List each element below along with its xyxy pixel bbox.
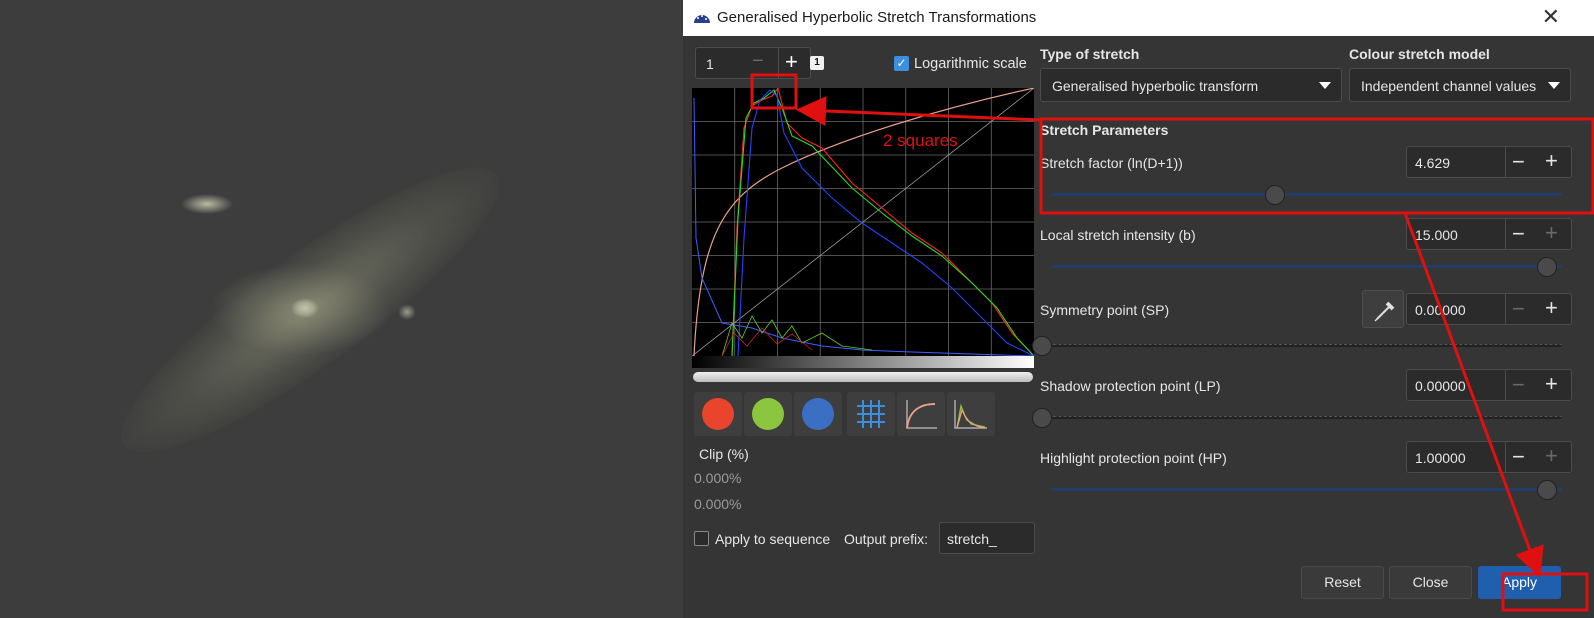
symmetry-point-handle[interactable] xyxy=(1032,336,1052,356)
minus-icon[interactable]: − xyxy=(752,50,764,73)
minus-icon[interactable]: − xyxy=(1512,444,1525,470)
green-dot-icon xyxy=(752,398,784,430)
local-stretch-value: 15.000 xyxy=(1415,227,1458,243)
reset-button[interactable]: Reset xyxy=(1301,566,1384,599)
stretch-type-dropdown[interactable]: Generalised hyperbolic transform xyxy=(1040,68,1342,102)
plus-icon[interactable]: + xyxy=(1545,148,1558,174)
log-scale-label: Logarithmic scale xyxy=(914,56,1027,72)
shadow-protection-label: Shadow protection point (LP) xyxy=(1040,378,1221,394)
highlight-protection-slider[interactable] xyxy=(1052,488,1562,491)
curve-toggle[interactable] xyxy=(897,392,945,436)
blue-channel-toggle[interactable] xyxy=(794,392,842,436)
colour-model-dropdown[interactable]: Independent channel values xyxy=(1349,68,1571,102)
app-icon xyxy=(694,15,710,23)
colour-model-value: Independent channel values xyxy=(1361,78,1537,94)
close-button[interactable]: Close xyxy=(1389,566,1472,599)
symmetry-point-slider[interactable] xyxy=(1052,344,1562,347)
blue-dot-icon xyxy=(802,398,834,430)
minus-icon[interactable]: − xyxy=(1512,372,1525,398)
grid-icon xyxy=(857,400,885,428)
apply-to-sequence-label: Apply to sequence xyxy=(715,531,831,547)
zoom-value: 1 xyxy=(706,56,714,72)
symmetry-point-spinner[interactable]: 0.00000 − + xyxy=(1406,293,1572,325)
clip-label: Clip (%) xyxy=(699,446,749,462)
chevron-down-icon xyxy=(1319,82,1331,89)
title-bar: Generalised Hyperbolic Stretch Transform… xyxy=(683,0,1594,36)
stretch-type-value: Generalised hyperbolic transform xyxy=(1052,78,1259,94)
green-channel-toggle[interactable] xyxy=(744,392,792,436)
highlight-protection-spinner[interactable]: 1.00000 − + xyxy=(1406,441,1572,473)
plus-icon[interactable]: + xyxy=(1545,220,1558,246)
highlight-protection-label: Highlight protection point (HP) xyxy=(1040,450,1227,466)
local-stretch-slider[interactable] xyxy=(1052,265,1562,268)
shadow-protection-value: 0.00000 xyxy=(1415,378,1466,394)
histogram-scroll-bar[interactable] xyxy=(693,372,1033,382)
histogram-zoom-spinner[interactable]: 1 − + xyxy=(695,47,811,79)
stretch-parameters-title: Stretch Parameters xyxy=(1040,122,1169,138)
window-title: Generalised Hyperbolic Stretch Transform… xyxy=(717,9,1037,26)
plus-icon[interactable]: + xyxy=(1545,295,1558,321)
stretch-factor-slider[interactable] xyxy=(1052,193,1562,196)
eyedropper-button[interactable] xyxy=(1362,290,1404,328)
histogram-icon xyxy=(954,400,987,429)
plus-icon[interactable]: + xyxy=(1545,443,1558,469)
ght-dialog: Generalised Hyperbolic Stretch Transform… xyxy=(683,0,1594,618)
stretch-factor-handle[interactable] xyxy=(1265,185,1285,205)
clip-high-value: 0.000% xyxy=(694,496,742,512)
histogram-plot[interactable] xyxy=(692,88,1034,368)
close-icon[interactable]: ✕ xyxy=(1542,5,1560,29)
stretch-factor-spinner[interactable]: 4.629 − + xyxy=(1406,146,1572,178)
minus-icon[interactable]: − xyxy=(1512,296,1525,322)
plus-icon[interactable]: + xyxy=(785,49,798,75)
symmetry-point-label: Symmetry point (SP) xyxy=(1040,302,1170,318)
local-stretch-spinner[interactable]: 15.000 − + xyxy=(1406,218,1572,250)
grid-toggle[interactable] xyxy=(847,392,895,436)
stretch-type-title: Type of stretch xyxy=(1040,46,1140,62)
histogram-toggle[interactable] xyxy=(947,392,995,436)
local-stretch-handle[interactable] xyxy=(1537,257,1557,277)
chevron-down-icon xyxy=(1548,82,1560,89)
log-scale-checkbox[interactable]: ✓ xyxy=(894,56,909,71)
gradient-bar xyxy=(692,356,1034,368)
symmetry-point-value: 0.00000 xyxy=(1415,302,1466,318)
apply-to-sequence-checkbox[interactable] xyxy=(694,531,709,546)
highlight-protection-value: 1.00000 xyxy=(1415,450,1466,466)
local-stretch-label: Local stretch intensity (b) xyxy=(1040,227,1196,243)
shadow-protection-handle[interactable] xyxy=(1032,408,1052,428)
shadow-protection-spinner[interactable]: 0.00000 − + xyxy=(1406,369,1572,401)
output-prefix-label: Output prefix: xyxy=(844,531,929,547)
plus-icon[interactable]: + xyxy=(1545,371,1558,397)
clip-low-value: 0.000% xyxy=(694,470,742,486)
shadow-protection-slider[interactable] xyxy=(1052,416,1562,419)
zoom-reset-button[interactable]: 1 xyxy=(810,56,824,70)
stretch-factor-label: Stretch factor (ln(D+1)) xyxy=(1040,155,1183,171)
red-dot-icon xyxy=(702,398,734,430)
highlight-protection-handle[interactable] xyxy=(1537,480,1557,500)
colour-model-title: Colour stretch model xyxy=(1349,46,1490,62)
minus-icon[interactable]: − xyxy=(1512,221,1525,247)
red-channel-toggle[interactable] xyxy=(694,392,742,436)
minus-icon[interactable]: − xyxy=(1512,149,1525,175)
eyedropper-icon xyxy=(1374,301,1395,322)
output-prefix-input[interactable]: stretch_ xyxy=(939,522,1035,554)
apply-button[interactable]: Apply xyxy=(1478,566,1561,599)
curve-icon xyxy=(906,400,937,429)
galaxy xyxy=(91,130,529,490)
stretch-factor-value: 4.629 xyxy=(1415,155,1451,171)
